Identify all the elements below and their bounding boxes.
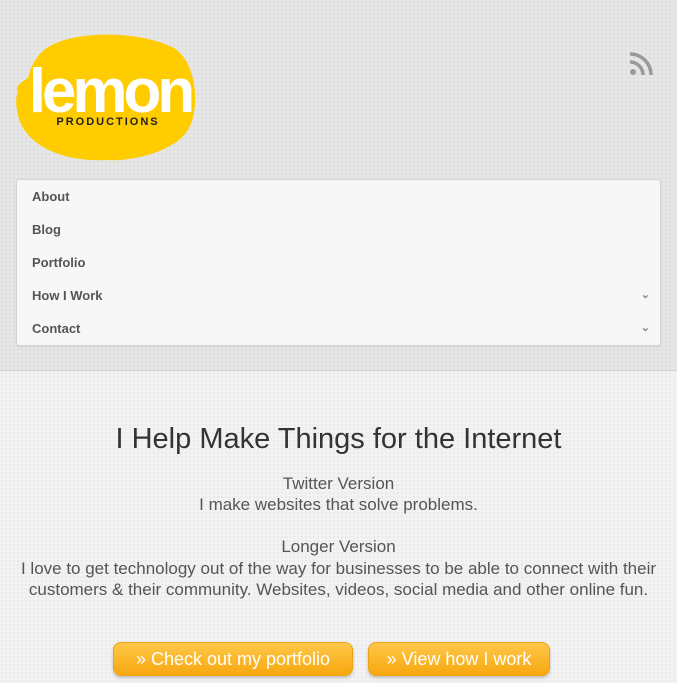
chevron-down-icon[interactable]: ⌄ (641, 279, 650, 312)
view-how-i-work-button[interactable]: » View how I work (368, 642, 550, 676)
longer-version-title: Longer Version (281, 537, 396, 556)
twitter-version-text: I make websites that solve problems. (199, 495, 478, 514)
nav-item-label: Blog (32, 222, 61, 237)
chevron-down-icon[interactable]: ⌄ (641, 312, 650, 345)
nav-item-blog[interactable]: Blog (17, 213, 660, 246)
nav-item-contact[interactable]: Contact ⌄ (17, 312, 660, 345)
check-portfolio-button[interactable]: » Check out my portfolio (113, 642, 353, 676)
page-headline: I Help Make Things for the Internet (115, 423, 562, 455)
nav-item-about[interactable]: About (17, 180, 660, 213)
lemon-productions-logo[interactable]: lemon PRODUCTIONS (14, 34, 198, 162)
nav-item-label: About (32, 189, 70, 204)
main-content: I Help Make Things for the Internet Twit… (0, 371, 677, 683)
rss-icon[interactable] (629, 52, 653, 76)
logo-tagline: PRODUCTIONS (56, 116, 159, 128)
nav-item-how-i-work[interactable]: How I Work ⌄ (17, 279, 660, 312)
lemon-logo-graphic: lemon PRODUCTIONS (16, 34, 196, 161)
main-nav: About Blog Portfolio How I Work ⌄ Contac… (16, 179, 661, 346)
nav-item-label: Contact (32, 321, 81, 336)
nav-item-portfolio[interactable]: Portfolio (17, 246, 660, 279)
longer-version-text: I love to get technology out of the way … (20, 559, 657, 599)
nav-item-label: Portfolio (32, 255, 86, 270)
site-header: lemon PRODUCTIONS About Blog Portfolio H… (0, 0, 677, 371)
nav-item-label: How I Work (32, 288, 103, 303)
twitter-version-title: Twitter Version (282, 474, 395, 493)
